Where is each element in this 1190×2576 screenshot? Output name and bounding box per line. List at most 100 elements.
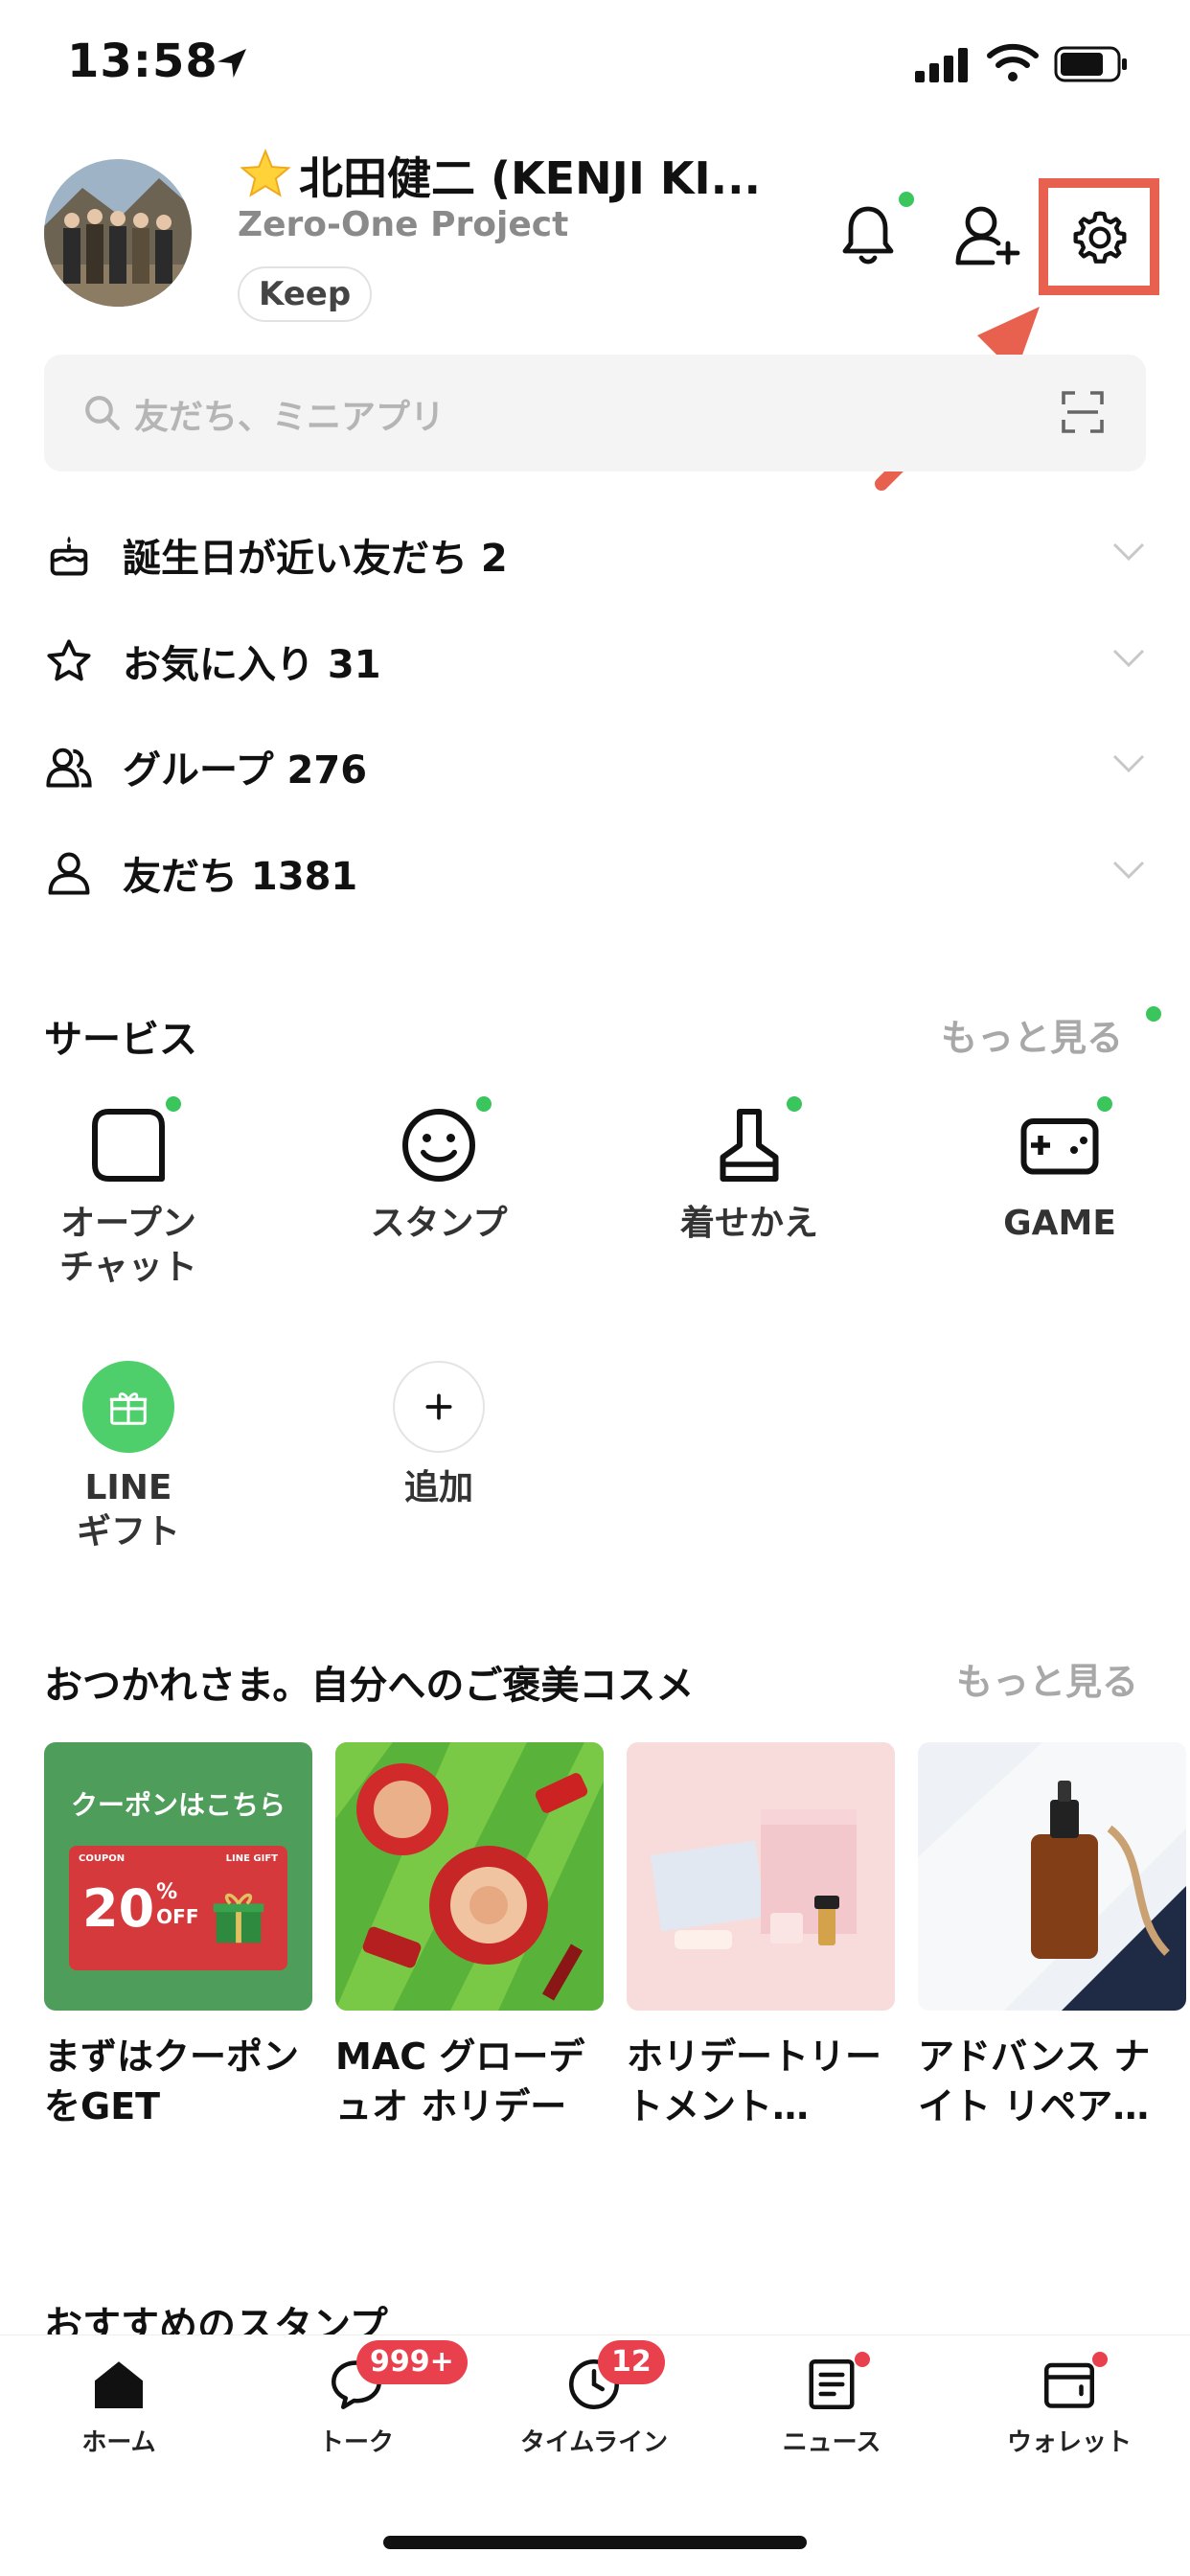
services-more-link[interactable]: もっと見る	[941, 1008, 1123, 1061]
friend-row-label: お気に入り 31	[123, 643, 381, 687]
services-title: サービス	[44, 1018, 197, 1062]
person-icon	[48, 852, 90, 895]
chevron-down-icon	[1112, 649, 1145, 668]
coupon-off: OFF	[156, 1905, 199, 1928]
plus-icon	[425, 1393, 452, 1420]
home-indicator[interactable]	[383, 2536, 807, 2549]
profile-name[interactable]: 北田健二 (KENJI KI...	[238, 144, 761, 207]
chevron-down-icon	[1112, 542, 1145, 562]
coupon-headline: クーポンはこちら	[70, 1789, 286, 1821]
star-icon	[47, 639, 91, 681]
new-dot	[1097, 1096, 1112, 1112]
tab-timeline[interactable]: 12 タイムライン	[475, 2340, 713, 2458]
gift-box-icon	[213, 1893, 264, 1944]
new-dot	[166, 1096, 181, 1112]
cosmetic-card[interactable]: ホリデートリートメント…	[627, 1742, 895, 2131]
gift-icon-circle	[82, 1361, 174, 1453]
service-label: 着せかえ	[679, 1204, 818, 1243]
service-label: スタンプ	[370, 1204, 508, 1243]
card-title: アドバンス ナイト リペア…	[918, 2036, 1151, 2128]
coupon-percent: %	[156, 1880, 178, 1904]
service-line-gift[interactable]: LINE ギフト	[13, 1361, 243, 1554]
tab-home[interactable]: ホーム	[0, 2356, 238, 2458]
profile-name-text: 北田健二 (KENJI KI...	[299, 152, 762, 204]
friend-row-friends[interactable]: 友だち 1381	[44, 830, 1146, 916]
service-open-chat[interactable]: オープン チャット	[13, 1096, 243, 1290]
theme-brush-icon	[720, 1109, 779, 1182]
new-dot	[476, 1096, 492, 1112]
home-icon	[95, 2361, 143, 2408]
service-label: オープン チャット	[59, 1204, 197, 1287]
new-dot	[787, 1096, 802, 1112]
card-title: ホリデートリートメント…	[627, 2036, 882, 2128]
wallet-new-dot	[1092, 2352, 1108, 2367]
notification-dot	[899, 192, 914, 207]
bell-icon[interactable]	[837, 203, 899, 266]
tab-label: ニュース	[782, 2428, 881, 2457]
profile-avatar[interactable]	[44, 159, 192, 307]
tab-talk[interactable]: 999+ トーク	[238, 2340, 475, 2458]
gear-icon[interactable]	[1069, 207, 1131, 268]
keep-button[interactable]: Keep	[238, 266, 373, 322]
cosmetics-title: おつかれさま。自分へのご褒美コスメ	[44, 1664, 695, 1708]
game-controller-icon	[1020, 1118, 1099, 1175]
tab-news[interactable]: ニュース	[713, 2352, 950, 2458]
star-emoji-icon	[240, 149, 291, 197]
open-chat-icon	[92, 1109, 165, 1182]
tab-wallet[interactable]: ウォレット	[950, 2352, 1188, 2458]
friend-row-label: 友だち 1381	[123, 855, 358, 899]
chevron-down-icon	[1112, 754, 1145, 773]
news-icon	[809, 2359, 855, 2409]
cake-icon	[50, 536, 88, 576]
add-icon-circle	[393, 1361, 485, 1453]
news-new-dot	[855, 2352, 870, 2367]
qr-scan-icon[interactable]	[1060, 389, 1106, 435]
friend-row-label: グループ 276	[123, 748, 368, 793]
search-icon	[85, 396, 120, 430]
tab-label: ウォレット	[1006, 2428, 1132, 2457]
tab-label: ホーム	[81, 2428, 156, 2457]
service-add[interactable]: 追加	[324, 1361, 554, 1510]
service-label: LINE ギフト	[76, 1468, 180, 1552]
services-more-dot	[1146, 1006, 1161, 1022]
group-icon	[46, 748, 92, 788]
location-arrow-icon	[217, 49, 246, 78]
wallet-icon	[1044, 2362, 1094, 2408]
tab-label: トーク	[318, 2428, 394, 2457]
coupon-ticket: COUPON LINE GIFT 20 % OFF	[69, 1846, 287, 1970]
night-repair-product-image	[918, 1742, 1186, 2011]
service-stickers[interactable]: スタンプ	[324, 1096, 554, 1246]
cosmetic-card[interactable]: アドバンス ナイト リペア…	[918, 1742, 1186, 2131]
service-label: GAME	[1003, 1204, 1116, 1243]
wifi-icon	[987, 43, 1039, 81]
mac-product-image	[335, 1742, 604, 2011]
sticker-smile-icon	[402, 1109, 475, 1182]
card-title: MAC グローデュオ ホリデー	[335, 2036, 585, 2128]
timeline-badge: 12	[598, 2340, 665, 2384]
coupon-banner-image: クーポンはこちら COUPON LINE GIFT 20 % OFF	[44, 1742, 312, 2011]
add-friend-icon[interactable]	[954, 203, 1021, 266]
profile-status-message: Zero-One Project	[238, 205, 569, 244]
cosmetic-card[interactable]: クーポンはこちら COUPON LINE GIFT 20 % OFF まずはクー…	[44, 1742, 312, 2131]
service-themes[interactable]: 着せかえ	[634, 1096, 864, 1246]
friend-row-label: 誕生日が近い友だち 2	[123, 537, 508, 581]
coupon-label: COUPON	[79, 1853, 126, 1864]
coupon-brand: LINE GIFT	[225, 1853, 278, 1864]
battery-icon	[1054, 46, 1127, 82]
cellular-signal-icon	[915, 48, 968, 82]
gift-icon	[109, 1392, 148, 1425]
coupon-discount: 20	[82, 1878, 155, 1939]
service-game[interactable]: GAME	[945, 1096, 1175, 1246]
treatment-product-image	[627, 1742, 895, 2011]
friend-row-favorites[interactable]: お気に入り 31	[44, 618, 1146, 704]
card-title: まずはクーポンをGET	[44, 2036, 300, 2128]
status-time: 13:58	[67, 34, 218, 88]
search-placeholder: 友だち、ミニアプリ	[134, 398, 446, 437]
friend-row-birthday[interactable]: 誕生日が近い友だち 2	[44, 512, 1146, 598]
service-label: 追加	[403, 1468, 473, 1507]
cosmetics-more-link[interactable]: もっと見る	[956, 1652, 1138, 1705]
chevron-down-icon	[1112, 861, 1145, 880]
tab-label: タイムライン	[519, 2428, 669, 2457]
cosmetic-card[interactable]: MAC グローデュオ ホリデー	[335, 1742, 604, 2131]
friend-row-groups[interactable]: グループ 276	[44, 724, 1146, 810]
